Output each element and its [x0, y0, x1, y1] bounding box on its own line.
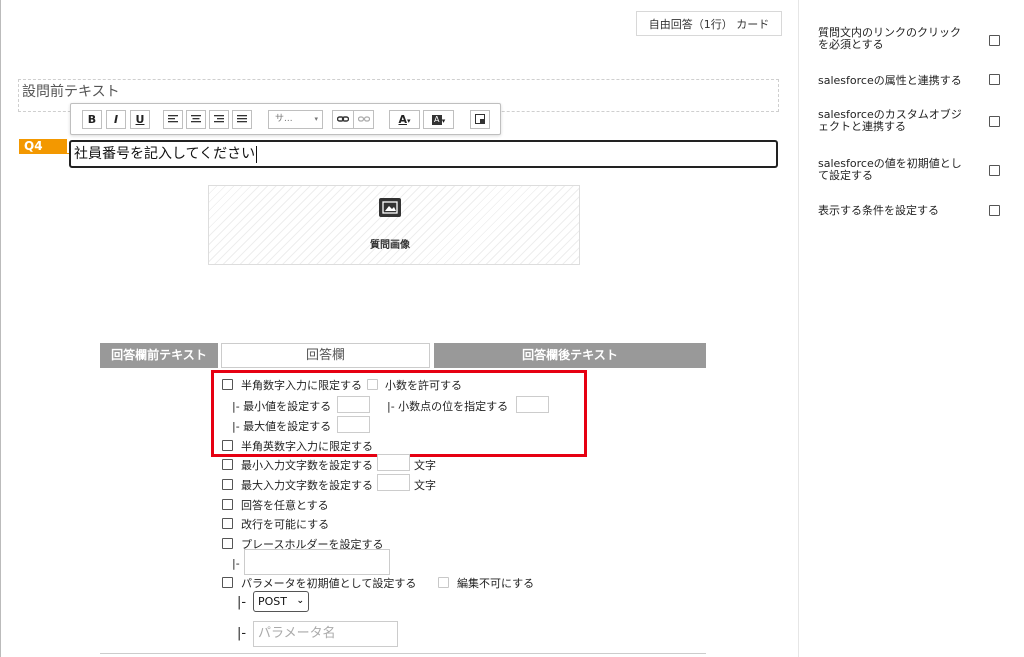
- param-name-input[interactable]: パラメータ名: [253, 621, 398, 647]
- bold-button[interactable]: B: [82, 110, 102, 129]
- font-size-select[interactable]: サ... ▾: [268, 110, 323, 129]
- panel-left-border: [0, 0, 1, 657]
- question-number-underline: [19, 153, 69, 154]
- pretext-label: 設問前テキスト: [22, 84, 120, 100]
- placeholder-prefix: |-: [232, 557, 240, 570]
- background-color-icon: A: [431, 115, 442, 125]
- sf-attribute-checkbox[interactable]: [989, 74, 1000, 85]
- max-chars-unit: 文字: [414, 479, 436, 492]
- highlight-box: [211, 370, 587, 457]
- font-size-label: サ...: [275, 114, 293, 124]
- text-color-button[interactable]: A▾: [389, 110, 420, 129]
- align-justify-icon[interactable]: [232, 110, 252, 129]
- max-chars-input[interactable]: [377, 474, 410, 491]
- answer-pretext-field[interactable]: 回答欄前テキスト: [100, 343, 218, 368]
- question-image-area[interactable]: [208, 185, 580, 265]
- allow-newline-label: 改行を可能にする: [241, 518, 330, 531]
- section-divider: [100, 653, 706, 654]
- display-condition-checkbox[interactable]: [989, 205, 1000, 216]
- sidebar-item-display-condition: 表示する条件を設定する: [818, 204, 939, 217]
- underline-button[interactable]: U: [130, 110, 150, 129]
- align-center-icon[interactable]: [186, 110, 206, 129]
- optional-answer-checkbox[interactable]: [222, 499, 233, 510]
- link-icon[interactable]: [332, 110, 353, 129]
- sf-default-checkbox[interactable]: [989, 165, 1000, 176]
- allow-newline-checkbox[interactable]: [222, 518, 233, 529]
- sidebar-item-link-click: 質問文内のリンクのクリックを必須とする: [818, 26, 961, 51]
- optional-answer-label: 回答を任意とする: [241, 499, 329, 512]
- question-image-label: 質問画像: [370, 240, 410, 251]
- answer-input-field[interactable]: 回答欄: [221, 343, 430, 368]
- rich-text-toolbar: B I U サ... ▾ A▾ A ▾: [70, 103, 501, 135]
- sidebar-item-sf-custom-object: salesforceのカスタムオブジェクトと連携する: [818, 108, 962, 133]
- link-click-checkbox[interactable]: [989, 35, 1000, 46]
- method-prefix: |-: [237, 595, 247, 610]
- question-text: 社員番号を記入してください: [74, 146, 256, 162]
- param-prefix: |-: [237, 626, 247, 641]
- max-chars-label: 最大入力文字数を設定する: [241, 479, 373, 492]
- italic-button[interactable]: I: [106, 110, 126, 129]
- align-left-icon[interactable]: [163, 110, 183, 129]
- method-select[interactable]: POST ⌄: [253, 591, 309, 612]
- answer-posttext-field[interactable]: 回答欄後テキスト: [434, 343, 706, 368]
- param-default-checkbox[interactable]: [222, 577, 233, 588]
- text-caret: [256, 145, 258, 163]
- settings-sidebar: [799, 0, 1024, 657]
- chevron-down-icon: ▾: [407, 117, 411, 125]
- not-editable-label: 編集不可にする: [457, 577, 535, 590]
- sidebar-item-sf-attribute: salesforceの属性と連携する: [818, 74, 962, 87]
- min-chars-input[interactable]: [377, 454, 410, 471]
- question-number-badge: Q4: [19, 139, 67, 154]
- unlink-icon[interactable]: [353, 110, 374, 129]
- image-icon: [379, 198, 401, 217]
- background-color-button[interactable]: A ▾: [423, 110, 454, 129]
- question-type-label[interactable]: 自由回答（1行） カード: [636, 11, 782, 36]
- placeholder-checkbox[interactable]: [222, 538, 233, 549]
- not-editable-checkbox[interactable]: [438, 577, 449, 588]
- max-chars-checkbox[interactable]: [222, 479, 233, 490]
- method-value: POST: [258, 595, 287, 608]
- text-color-icon: A: [398, 113, 407, 126]
- min-chars-checkbox[interactable]: [222, 459, 233, 470]
- param-default-label: パラメータを初期値として設定する: [241, 577, 417, 590]
- sidebar-item-sf-default: salesforceの値を初期値として設定する: [818, 157, 962, 182]
- question-text-input[interactable]: 社員番号を記入してください: [69, 140, 778, 168]
- chevron-down-icon: ⌄: [296, 596, 304, 606]
- min-chars-label: 最小入力文字数を設定する: [241, 459, 373, 472]
- placeholder-input[interactable]: [244, 549, 390, 575]
- chevron-down-icon: ▾: [314, 115, 318, 123]
- sf-custom-object-checkbox[interactable]: [989, 116, 1000, 127]
- chevron-down-icon: ▾: [441, 117, 446, 125]
- min-chars-unit: 文字: [414, 459, 436, 472]
- align-right-icon[interactable]: [209, 110, 229, 129]
- insert-block-icon[interactable]: [470, 110, 490, 129]
